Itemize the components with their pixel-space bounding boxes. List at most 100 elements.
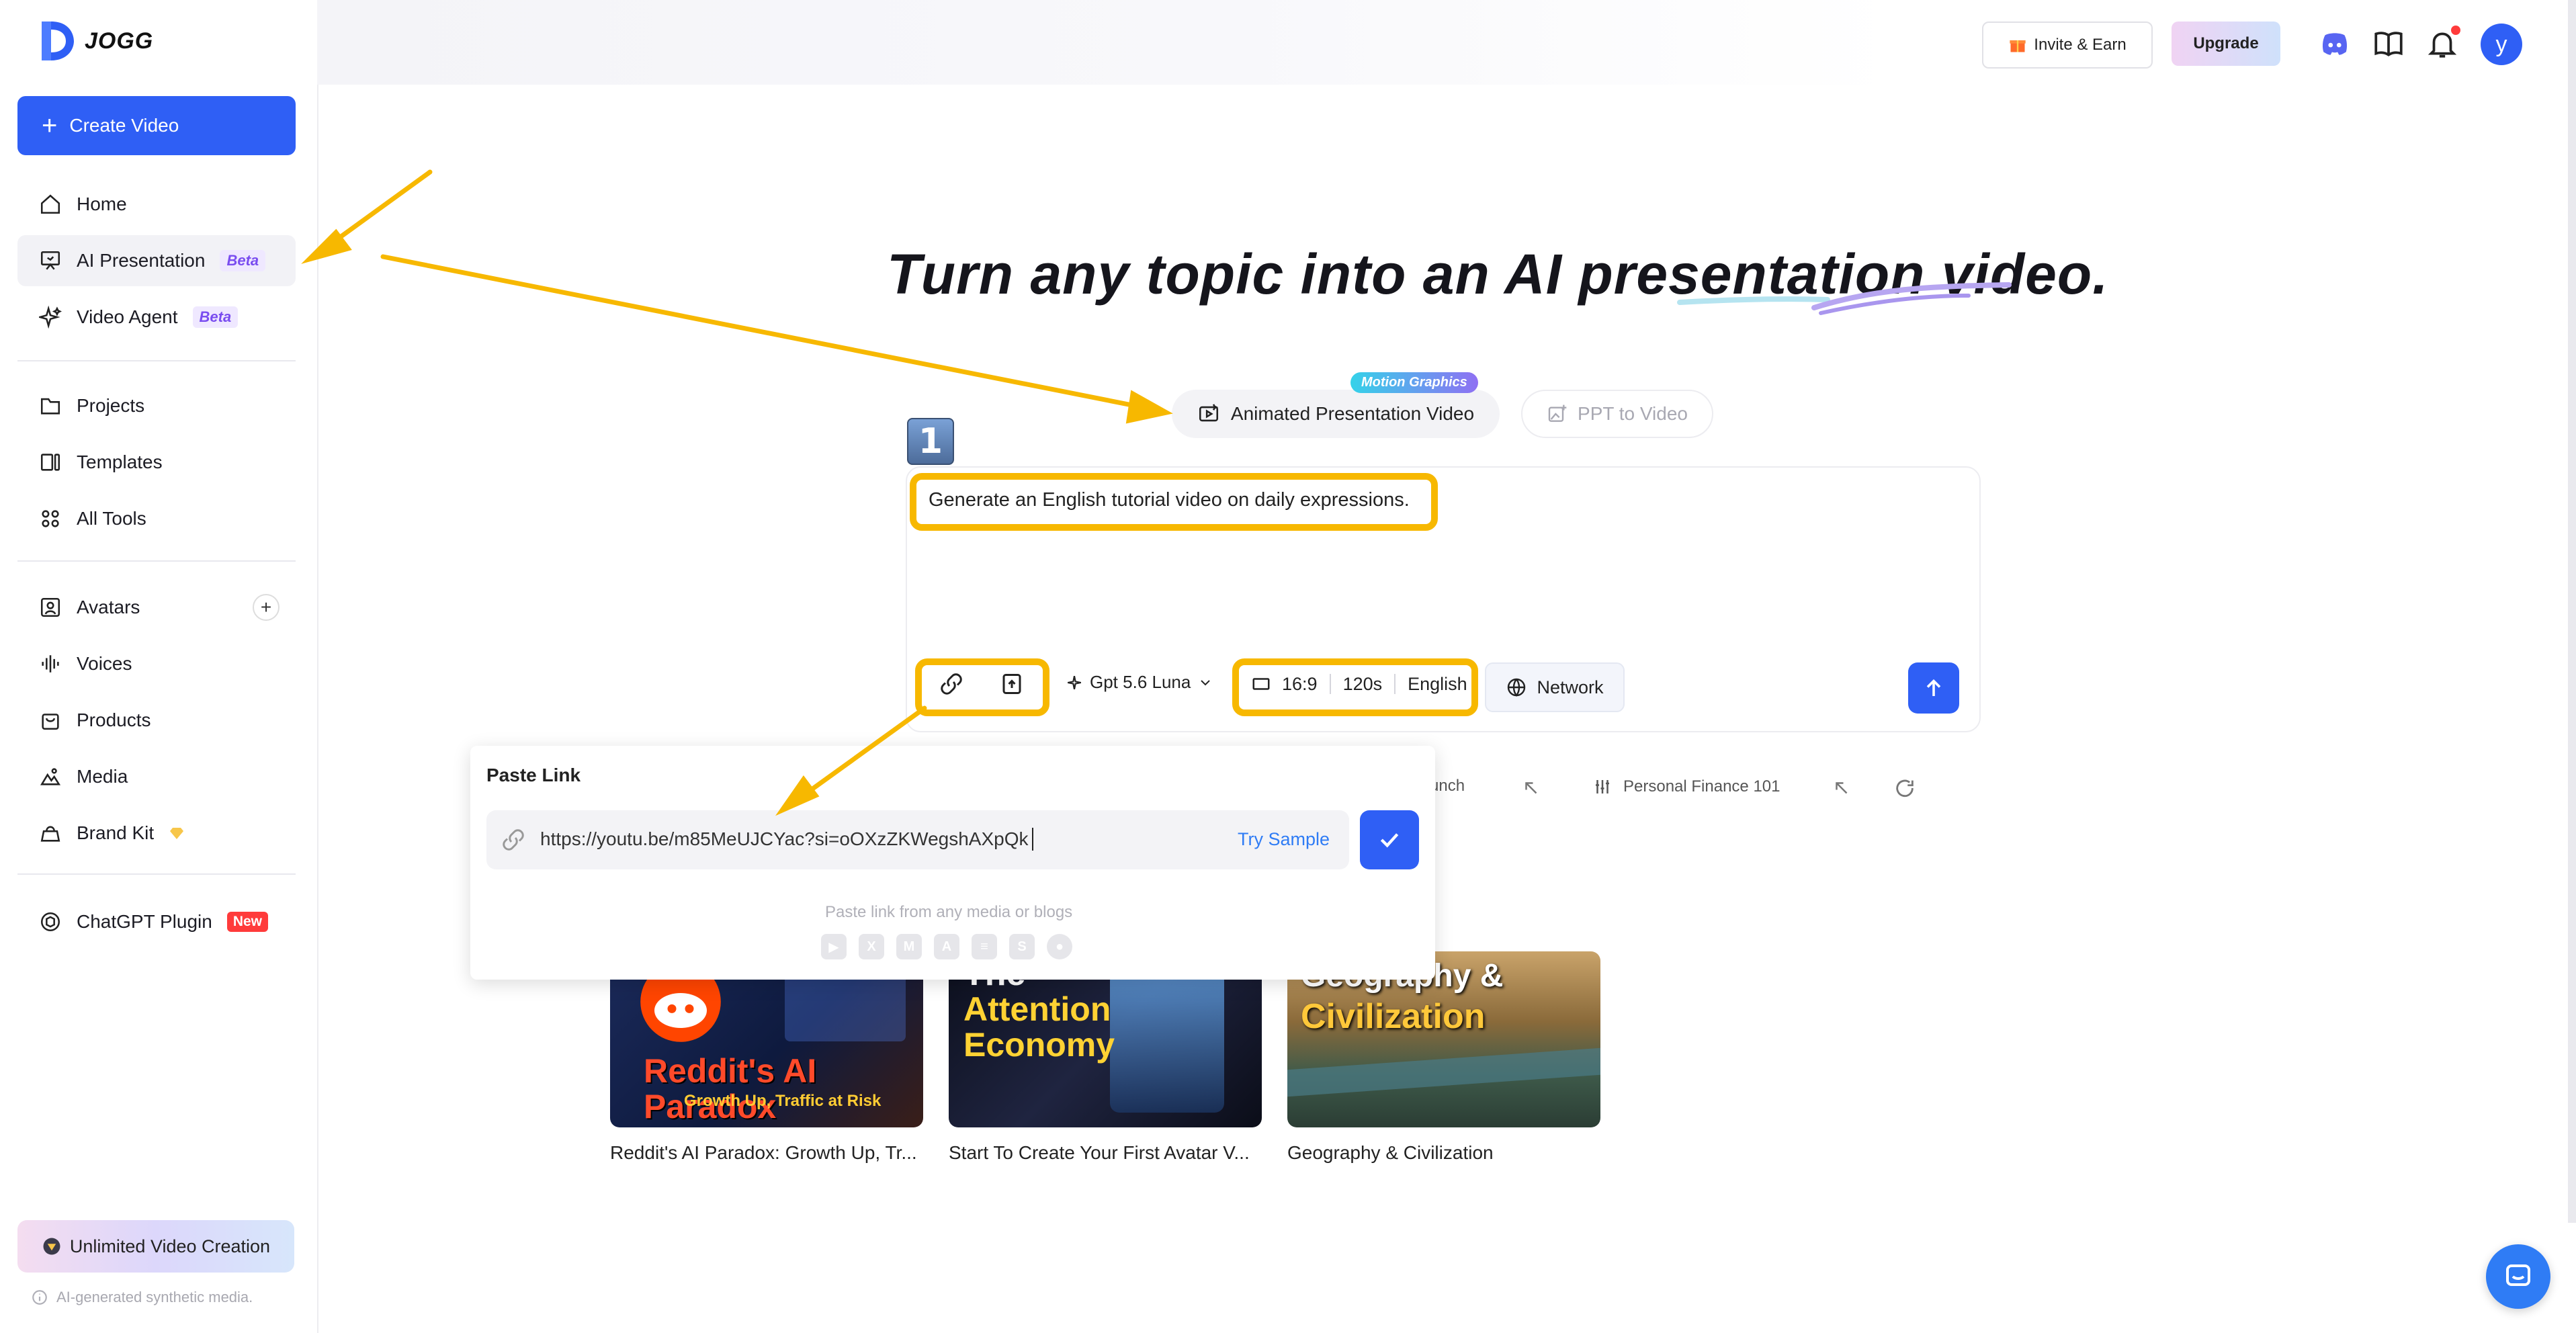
video-settings[interactable]: 16:9 120s English bbox=[1251, 666, 1467, 701]
brand-logo[interactable]: JOGG bbox=[36, 19, 153, 63]
sidebar-divider bbox=[17, 360, 296, 361]
sparkle-small-icon bbox=[1068, 675, 1081, 689]
plus-icon: + bbox=[42, 111, 58, 140]
motion-graphics-badge: Motion Graphics bbox=[1350, 372, 1478, 393]
link-icon[interactable] bbox=[939, 672, 963, 696]
sidebar-item-label: Projects bbox=[77, 395, 145, 416]
text-cursor bbox=[1032, 828, 1033, 851]
duration-value: 120s bbox=[1342, 673, 1383, 694]
network-toggle[interactable]: Network bbox=[1485, 662, 1625, 712]
highlight-upload-tools bbox=[915, 658, 1049, 716]
thumbnail-title: Reddit's AI Paradox bbox=[644, 1052, 817, 1125]
ai-generated-note: AI-generated synthetic media. bbox=[31, 1289, 253, 1306]
support-chat-button[interactable] bbox=[2486, 1244, 2550, 1309]
sidebar-item-label: All Tools bbox=[77, 508, 146, 529]
templates-icon bbox=[40, 454, 60, 471]
waveform-icon bbox=[42, 655, 59, 673]
globe-icon bbox=[1508, 678, 1526, 697]
sidebar-item-label: ChatGPT Plugin bbox=[77, 911, 212, 932]
sidebar-item-label: Voices bbox=[77, 653, 132, 674]
arrow-up-left-icon[interactable] bbox=[1521, 778, 1541, 798]
aspect-ratio-icon bbox=[1252, 678, 1270, 690]
refresh-icon[interactable] bbox=[1893, 777, 1916, 800]
popover-title: Paste Link bbox=[486, 765, 581, 785]
user-avatar[interactable]: y bbox=[2481, 24, 2522, 65]
unlimited-label: Unlimited Video Creation bbox=[69, 1236, 271, 1256]
sidebar-item-projects[interactable]: Projects bbox=[17, 380, 296, 431]
unlimited-video-creation-button[interactable]: Unlimited Video Creation bbox=[17, 1220, 294, 1273]
circle-source-icon: ● bbox=[1047, 934, 1072, 959]
crown-icon bbox=[43, 1238, 60, 1255]
arrow-up-icon bbox=[1926, 679, 1941, 696]
chart-bars-icon bbox=[1596, 780, 1609, 793]
sidebar-item-chatgpt-plugin[interactable]: ChatGPT Plugin New bbox=[17, 896, 296, 947]
create-video-button[interactable]: + Create Video bbox=[17, 96, 296, 155]
sidebar-item-label: Media bbox=[77, 766, 128, 787]
sidebar-item-label: Templates bbox=[77, 452, 163, 472]
link-input-value[interactable]: https://youtu.be/m85MeUJCYac?si=oOXzZKWe… bbox=[540, 828, 1029, 850]
sidebar-item-brand-kit[interactable]: Brand Kit bbox=[17, 808, 296, 859]
sidebar-item-templates[interactable]: Templates bbox=[17, 437, 296, 488]
sidebar-item-products[interactable]: Products bbox=[17, 695, 296, 746]
thumbnail-subtitle: Civilization bbox=[1301, 997, 1486, 1036]
video-caption[interactable]: Reddit's AI Paradox: Growth Up, Tr... bbox=[610, 1142, 917, 1164]
sidebar-item-label: Home bbox=[77, 194, 127, 214]
beta-badge: Beta bbox=[192, 306, 239, 328]
avatar-icon bbox=[40, 597, 60, 617]
news-icon: ≡ bbox=[972, 934, 997, 959]
page-scrollbar[interactable] bbox=[2568, 0, 2576, 1223]
upgrade-button[interactable]: Upgrade bbox=[2172, 22, 2280, 66]
book-icon[interactable] bbox=[2372, 27, 2405, 60]
chevron-down-icon bbox=[1201, 679, 1211, 685]
brand-kit-icon bbox=[40, 826, 60, 842]
chatgpt-icon bbox=[40, 912, 60, 932]
confirm-link-button[interactable] bbox=[1360, 810, 1419, 869]
upload-file-icon[interactable] bbox=[1000, 672, 1024, 696]
video-caption[interactable]: Start To Create Your First Avatar V... bbox=[949, 1142, 1250, 1164]
create-video-label: Create Video bbox=[69, 115, 179, 136]
sidebar-item-label: AI Presentation bbox=[77, 250, 206, 271]
discord-icon[interactable] bbox=[2318, 27, 2352, 60]
medium-icon: M bbox=[896, 934, 922, 959]
thumbnail-subtitle: Attention Economy bbox=[963, 990, 1115, 1064]
send-button[interactable] bbox=[1908, 662, 1959, 714]
beta-badge: Beta bbox=[220, 250, 266, 271]
sidebar-item-label: Video Agent bbox=[77, 306, 178, 327]
tab-ppt-to-video[interactable]: PPT to Video bbox=[1521, 390, 1713, 438]
sidebar-item-video-agent[interactable]: Video Agent Beta bbox=[17, 292, 296, 343]
bag-icon bbox=[42, 714, 59, 730]
sidebar-item-voices[interactable]: Voices bbox=[17, 638, 296, 689]
sparkle-icon bbox=[39, 306, 62, 329]
jogg-logo-icon bbox=[42, 22, 74, 60]
new-badge: New bbox=[226, 912, 268, 932]
video-caption[interactable]: Geography & Civilization bbox=[1287, 1142, 1494, 1164]
si-icon: S bbox=[1009, 934, 1035, 959]
invite-earn-button[interactable]: Invite & Earn bbox=[1982, 22, 2153, 69]
sidebar-item-media[interactable]: Media bbox=[17, 751, 296, 802]
sidebar-item-home[interactable]: Home bbox=[17, 179, 296, 230]
tab-animated-presentation-video[interactable]: Animated Presentation Video bbox=[1172, 390, 1500, 438]
arrow-up-left-icon[interactable] bbox=[1832, 778, 1852, 798]
step-badge-1: 1 bbox=[907, 418, 954, 465]
home-icon bbox=[40, 194, 60, 214]
sidebar-item-avatars[interactable]: Avatars + bbox=[17, 582, 296, 633]
sidebar-item-label: Brand Kit bbox=[77, 822, 155, 843]
ratio-value: 16:9 bbox=[1282, 673, 1318, 694]
paste-hint: Paste link from any media or blogs bbox=[825, 903, 1073, 921]
sidebar-item-ai-presentation[interactable]: AI Presentation Beta bbox=[17, 235, 296, 286]
language-value: English bbox=[1408, 673, 1467, 694]
add-avatar-icon[interactable]: + bbox=[253, 594, 280, 621]
ppt-image-icon bbox=[1548, 404, 1567, 422]
highlight-prompt bbox=[910, 473, 1438, 531]
link-input-icon bbox=[503, 829, 524, 851]
media-icon bbox=[40, 768, 61, 785]
gift-icon bbox=[2010, 40, 2026, 52]
sidebar-item-label: Products bbox=[77, 710, 151, 730]
sidebar-divider bbox=[17, 873, 296, 875]
try-sample-link[interactable]: Try Sample bbox=[1238, 829, 1330, 850]
model-selector[interactable]: Gpt 5.6 Luna bbox=[1066, 672, 1213, 693]
sidebar-divider bbox=[17, 560, 296, 562]
suggestion-chip[interactable]: Personal Finance 101 bbox=[1592, 777, 1780, 797]
brand-name: JOGG bbox=[85, 28, 154, 54]
sidebar-item-all-tools[interactable]: All Tools bbox=[17, 493, 296, 544]
